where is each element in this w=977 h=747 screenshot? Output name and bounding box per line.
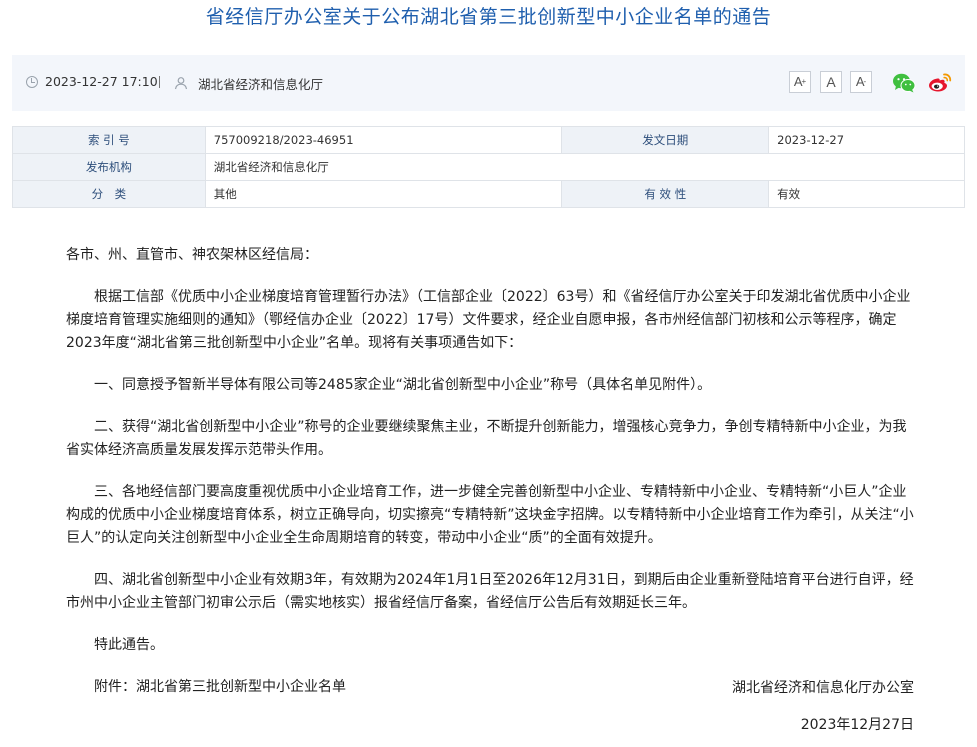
clock-icon <box>26 76 38 88</box>
issue-date-label: 发文日期 <box>561 126 770 154</box>
article-paragraph: 四、湖北省创新型中小企业有效期3年，有效期为2024年1月1日至2026年12月… <box>66 572 914 611</box>
article-paragraph: 一、同意授予智新半导体有限公司等2485家企业“湖北省创新型中小企业”称号（具体… <box>94 377 712 393</box>
signature-org: 湖北省经济和信息化厅办公室 <box>732 680 914 696</box>
publish-source: 湖北省经济和信息化厅 <box>198 77 324 92</box>
font-size-medium-button[interactable]: A <box>820 71 842 93</box>
validity-value: 有效 <box>768 180 965 208</box>
publisher-label: 发布机构 <box>12 153 206 181</box>
publish-datetime: 2023-12-27 17:10 <box>45 74 158 89</box>
index-number-label: 索 引 号 <box>12 126 206 154</box>
article-paragraph: 特此通告。 <box>94 637 164 653</box>
table-row: 索 引 号 757009218/2023-46951 发文日期 2023-12-… <box>12 126 965 154</box>
page-title: 省经信厅办公室关于公布湖北省第三批创新型中小企业名单的通告 <box>205 6 772 28</box>
article-paragraph: 三、各地经信部门要高度重视优质中小企业培育工作，进一步健全完善创新型中小企业、专… <box>66 484 914 546</box>
validity-label: 有 效 性 <box>561 180 770 208</box>
weibo-icon[interactable] <box>927 70 953 94</box>
article-paragraph: 二、获得“湖北省创新型中小企业”称号的企业要继续聚焦主业，不断提升创新能力，增强… <box>66 419 907 458</box>
font-size-large-button[interactable]: A+ <box>789 71 811 93</box>
font-size-small-button[interactable]: A- <box>850 71 872 93</box>
article-body: 各市、州、直管市、神农架林区经信局： 根据工信部《优质中小企业梯度培育管理暂行办… <box>66 244 918 733</box>
article-meta-bar: 2023-12-27 17:10 湖北省经济和信息化厅 A+ A A- <box>12 55 965 111</box>
table-row: 发布机构 湖北省经济和信息化厅 <box>12 153 966 181</box>
index-number-value: 757009218/2023-46951 <box>204 126 563 154</box>
publisher-value: 湖北省经济和信息化厅 <box>204 153 966 181</box>
user-icon <box>174 77 188 90</box>
category-value: 其他 <box>204 180 563 208</box>
document-info-table: 索 引 号 757009218/2023-46951 发文日期 2023-12-… <box>12 126 966 208</box>
issue-date-value: 2023-12-27 <box>768 126 965 154</box>
table-row: 分 类 其他 有 效 性 有效 <box>12 180 965 208</box>
article-paragraph: 根据工信部《优质中小企业梯度培育管理暂行办法》（工信部企业〔2022〕63号）和… <box>66 289 911 351</box>
article-greeting: 各市、州、直管市、神农架林区经信局： <box>66 247 318 263</box>
wechat-icon[interactable] <box>892 72 916 94</box>
meta-divider <box>159 76 160 88</box>
signature-date: 2023年12月27日 <box>800 717 914 733</box>
category-label: 分 类 <box>12 180 206 208</box>
